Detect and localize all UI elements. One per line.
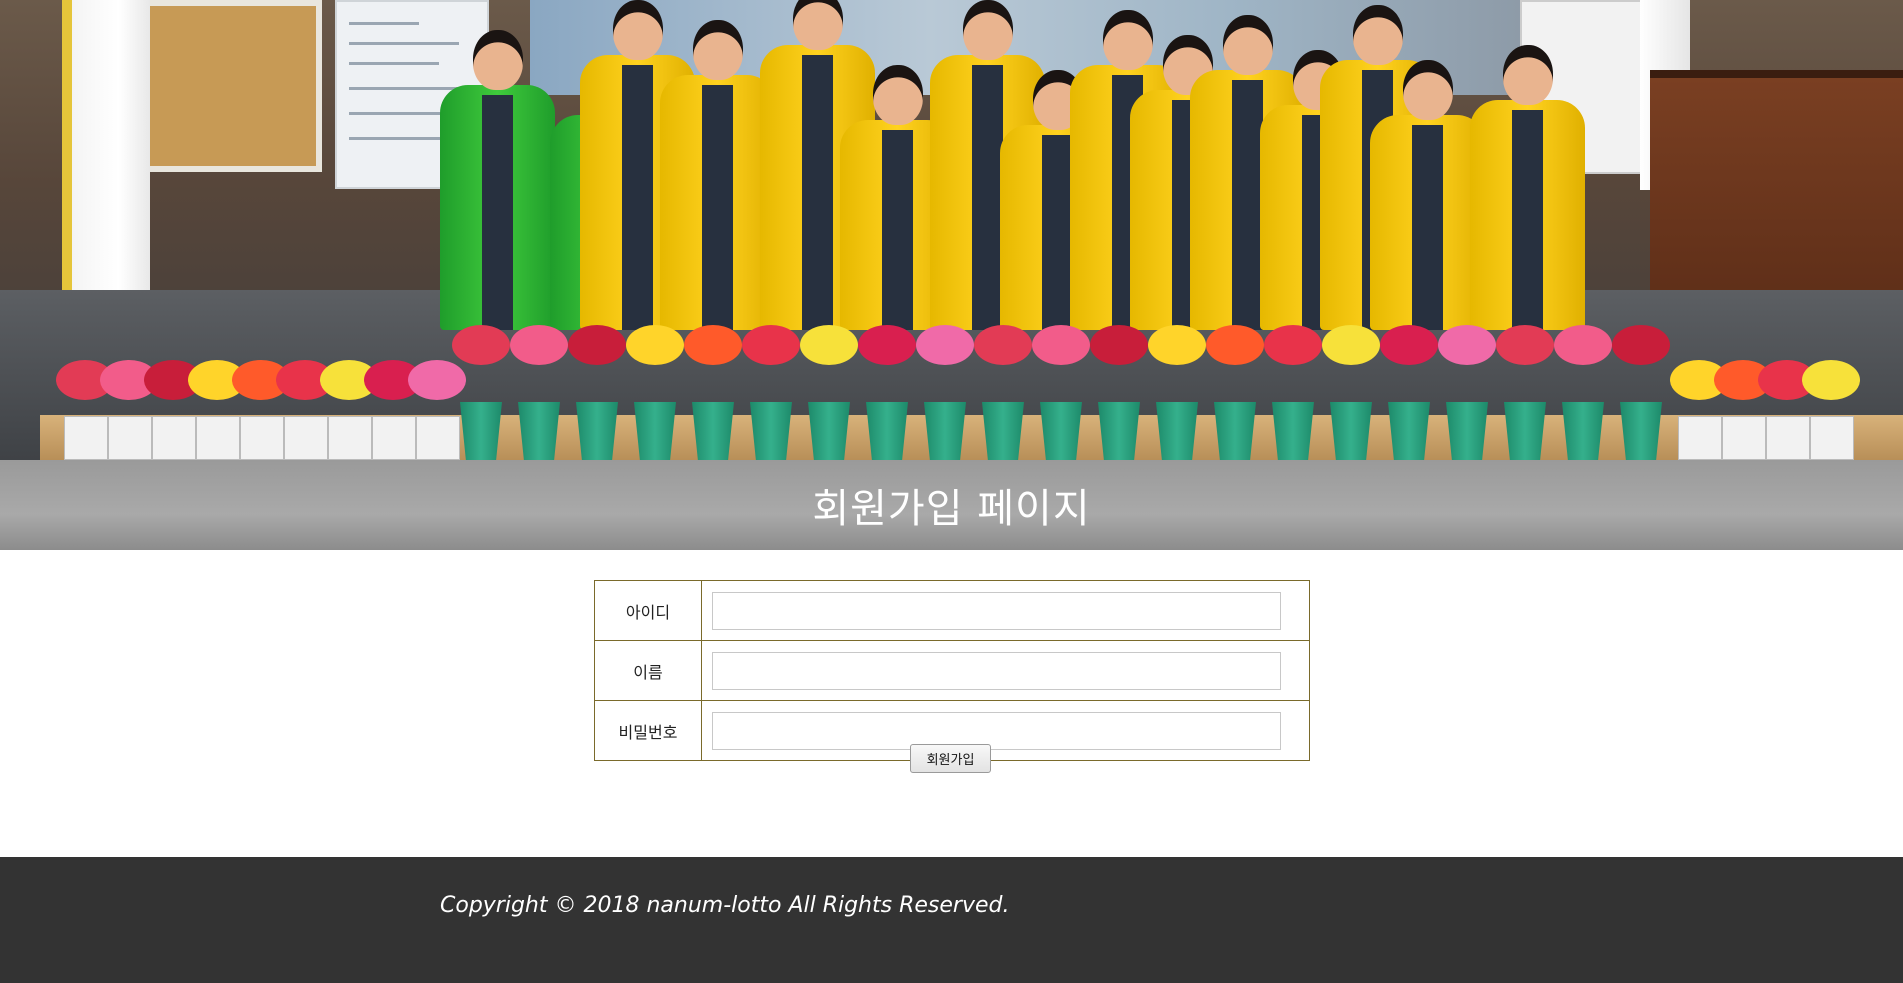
name-label: 이름 xyxy=(594,640,702,701)
flower-pot xyxy=(1554,325,1612,460)
form-row-id: 아이디 xyxy=(594,580,1310,641)
flower-pot xyxy=(800,325,858,460)
title-bar: 회원가입 페이지 xyxy=(0,460,1903,550)
name-field-cell xyxy=(701,640,1310,701)
flower-pot xyxy=(1090,325,1148,460)
flower-pot xyxy=(452,325,510,460)
flower-pot xyxy=(974,325,1032,460)
password-input[interactable] xyxy=(712,711,1281,750)
flower-pot xyxy=(1438,325,1496,460)
group-of-people xyxy=(430,0,1600,330)
flower-pot xyxy=(742,325,800,460)
flower-pot xyxy=(1612,325,1670,460)
flag-left xyxy=(62,0,150,310)
flower-pot xyxy=(1206,325,1264,460)
wall-bulletin-board xyxy=(135,0,322,172)
flower-pots-row xyxy=(56,315,1903,460)
person-figure xyxy=(1370,60,1485,330)
id-input[interactable] xyxy=(712,591,1281,630)
flower-pot xyxy=(1148,325,1206,460)
flower-pot xyxy=(510,325,568,460)
copyright-text: Copyright © 2018 nanum-lotto All Rights … xyxy=(440,893,1010,918)
flower-pot xyxy=(1322,325,1380,460)
footer: Copyright © 2018 nanum-lotto All Rights … xyxy=(0,857,1903,983)
hero-banner-image xyxy=(0,0,1903,460)
form-row-name: 이름 xyxy=(594,640,1310,701)
flower-pot xyxy=(1380,325,1438,460)
password-label: 비밀번호 xyxy=(594,700,702,761)
signup-table: 아이디 이름 비밀번호 xyxy=(594,580,1310,761)
flower-pot xyxy=(1496,325,1554,460)
flower-pot xyxy=(684,325,742,460)
person-figure xyxy=(1470,45,1585,330)
flower-pot xyxy=(626,325,684,460)
flower-pot xyxy=(1264,325,1322,460)
page-title: 회원가입 페이지 xyxy=(812,486,1091,532)
flower-pot xyxy=(568,325,626,460)
signup-button[interactable]: 회원가입 xyxy=(910,744,991,773)
flower-pot xyxy=(1802,360,1860,460)
signup-form: 아이디 이름 비밀번호 회원가입 xyxy=(0,550,1903,857)
name-input[interactable] xyxy=(712,651,1281,690)
flower-pot xyxy=(858,325,916,460)
id-field-cell xyxy=(701,580,1310,641)
flower-pot xyxy=(1032,325,1090,460)
flower-pot xyxy=(916,325,974,460)
person-figure xyxy=(660,20,775,330)
person-figure xyxy=(440,30,555,330)
id-label: 아이디 xyxy=(594,580,702,641)
password-field-cell xyxy=(701,700,1310,761)
flower-pot xyxy=(408,360,466,460)
